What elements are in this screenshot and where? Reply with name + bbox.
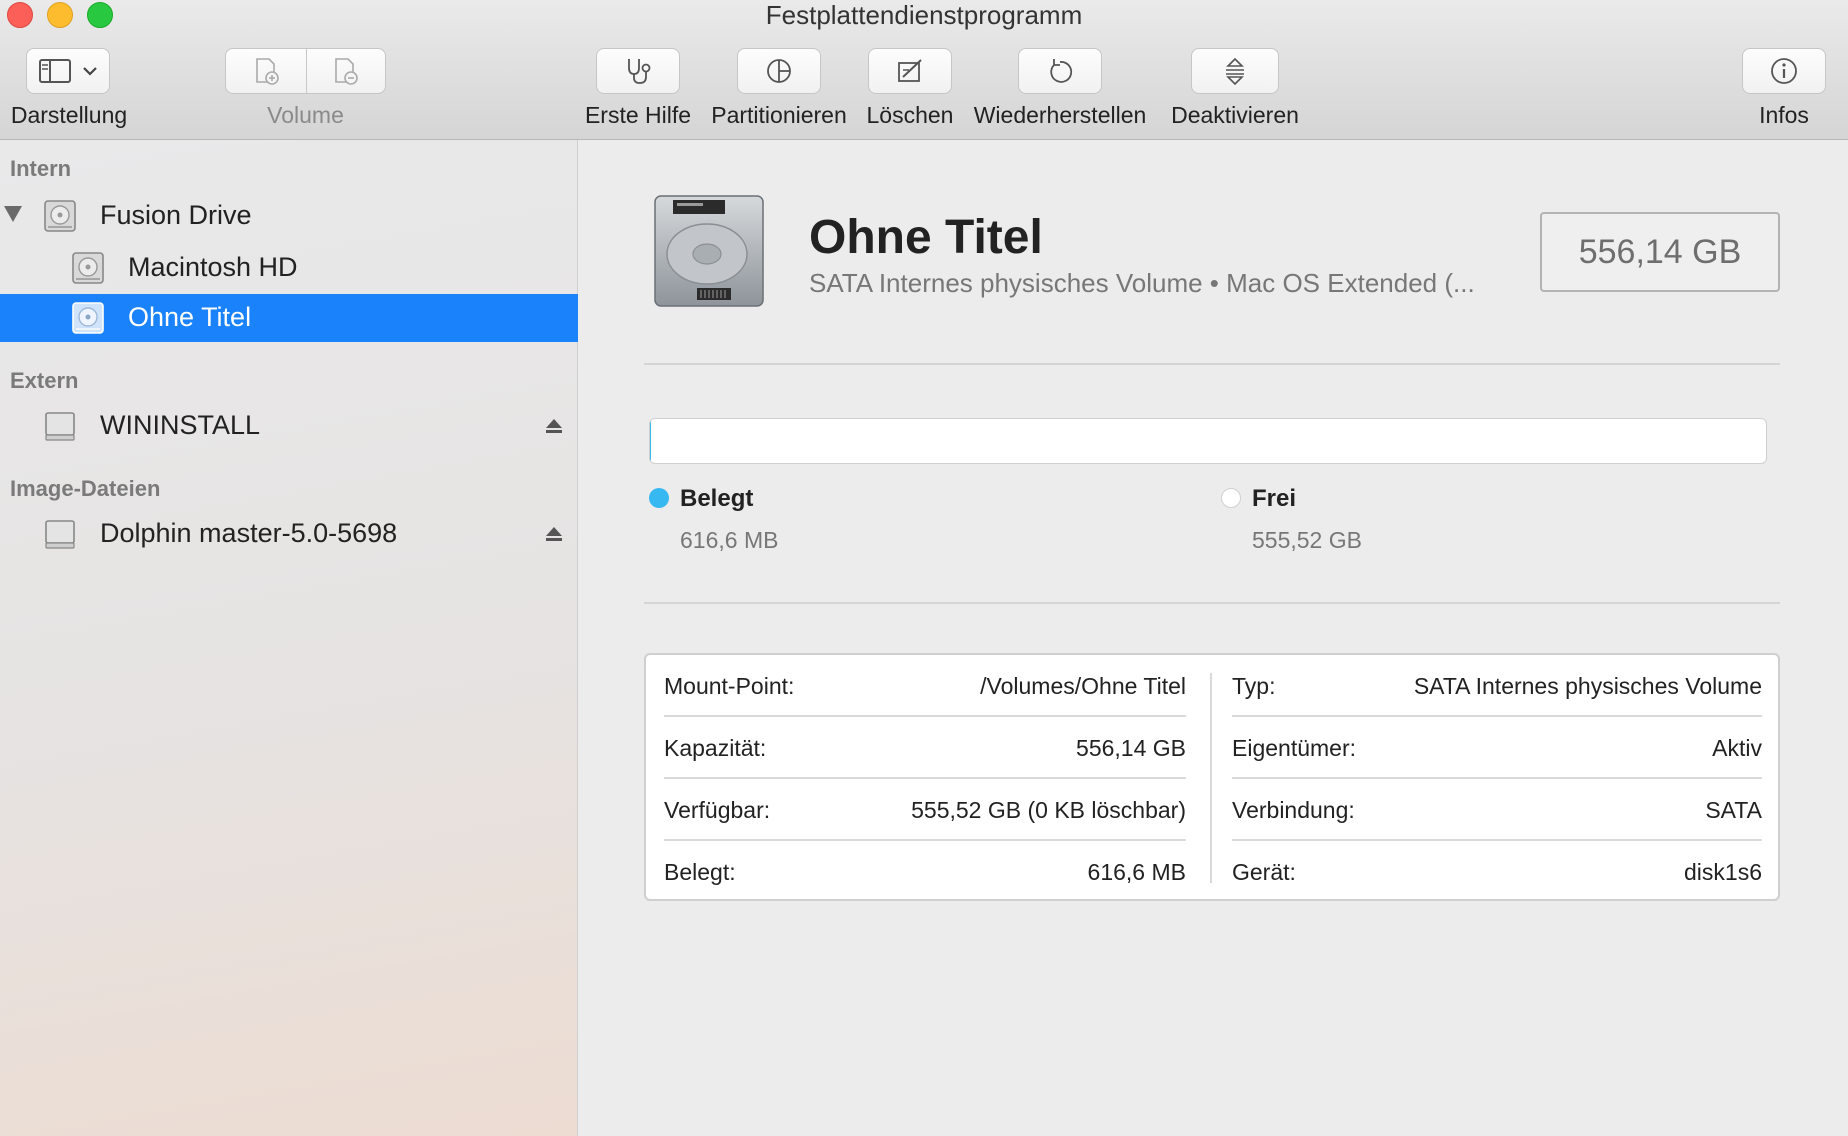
sidebar-item-dolphin-image[interactable]: Dolphin master-5.0-5698 (0, 510, 578, 558)
section-header-external: Extern (10, 368, 79, 393)
restore-label: Wiederherstellen (973, 102, 1147, 128)
divider (644, 363, 1780, 365)
info-key: Verfügbar: (664, 797, 771, 823)
used-legend-label: Belegt (680, 485, 754, 512)
sidebar-layout-icon (38, 58, 72, 84)
view-label: Darstellung (10, 102, 128, 128)
volume-label: Volume (267, 102, 344, 128)
info-value: 556,14 GB (1076, 735, 1186, 761)
view-button[interactable] (26, 48, 110, 94)
info-value: 616,6 MB (1087, 859, 1186, 885)
sidebar-item-label: WININSTALL (100, 410, 261, 440)
info-row-available: Verfügbar: 555,52 GB (0 KB löschbar) (664, 779, 1186, 841)
info-value: SATA Internes physisches Volume (1413, 673, 1762, 699)
add-volume-icon (251, 56, 281, 86)
info-column-right: Typ: SATA Internes physisches Volume Eig… (1232, 655, 1762, 899)
volume-segmented-control (225, 48, 386, 94)
sidebar-item-label: Macintosh HD (128, 252, 298, 282)
volume-size-badge: 556,14 GB (1540, 212, 1780, 292)
info-column-left: Mount-Point: /Volumes/Ohne Titel Kapazit… (664, 655, 1186, 899)
free-legend-value: 555,52 GB (1252, 527, 1362, 553)
info-value: 555,52 GB (0 KB löschbar) (911, 797, 1186, 823)
sidebar-item-ohne-titel[interactable]: Ohne Titel (0, 294, 578, 342)
toolbar: Festplattendienstprogramm Darstellung Vo… (0, 0, 1848, 140)
info-row-used: Belegt: 616,6 MB (664, 841, 1186, 903)
unmount-label: Deaktivieren (1171, 102, 1299, 128)
disk-image-icon (42, 516, 78, 557)
info-value: SATA (1705, 797, 1762, 823)
sidebar-item-label: Fusion Drive (100, 200, 252, 230)
internal-disk-icon (42, 198, 78, 239)
info-row-capacity: Kapazität: 556,14 GB (664, 717, 1186, 779)
hard-disk-icon (649, 192, 769, 317)
sidebar-item-label: Dolphin master-5.0-5698 (100, 518, 398, 548)
first-aid-label: Erste Hilfe (584, 102, 692, 128)
erase-label: Löschen (866, 102, 954, 128)
remove-volume-button[interactable] (306, 56, 386, 86)
add-volume-button[interactable] (226, 56, 306, 86)
divider (644, 602, 1780, 604)
info-icon (1769, 56, 1799, 86)
erase-button[interactable] (868, 48, 952, 94)
sidebar-item-wininstall[interactable]: WININSTALL (0, 402, 578, 450)
info-key: Gerät: (1232, 859, 1296, 885)
partition-button[interactable] (737, 48, 821, 94)
pie-chart-icon (764, 56, 794, 86)
window-title: Festplattendienstprogramm (765, 0, 1083, 30)
remove-volume-icon (330, 56, 360, 86)
eject-icon[interactable] (544, 524, 564, 549)
info-value: disk1s6 (1684, 859, 1762, 885)
partition-label: Partitionieren (711, 102, 847, 128)
restore-icon (1045, 56, 1075, 86)
info-key: Belegt: (664, 859, 736, 885)
free-legend-label: Frei (1252, 485, 1297, 512)
eject-icon[interactable] (544, 416, 564, 441)
section-header-internal: Intern (10, 156, 72, 181)
volume-info-table: Mount-Point: /Volumes/Ohne Titel Kapazit… (644, 653, 1780, 901)
section-header-image-files: Image-Dateien (10, 476, 161, 501)
info-row-mount-point: Mount-Point: /Volumes/Ohne Titel (664, 655, 1186, 717)
usage-bar (649, 418, 1767, 464)
info-key: Verbindung: (1232, 797, 1355, 823)
free-legend-dot (1221, 488, 1241, 508)
erase-icon (895, 56, 925, 86)
sidebar: Intern Fusion Drive Macintosh HD Ohne Ti… (0, 140, 578, 1136)
sidebar-item-label: Ohne Titel (128, 302, 252, 332)
volume-subtitle: SATA Internes physisches Volume • Mac OS… (809, 268, 1475, 298)
first-aid-button[interactable] (596, 48, 680, 94)
used-legend-dot (649, 488, 669, 508)
info-label: Infos (1759, 102, 1809, 128)
info-key: Mount-Point: (664, 673, 795, 699)
stethoscope-icon (622, 56, 654, 86)
sidebar-item-fusion-drive[interactable]: Fusion Drive (0, 192, 578, 240)
info-row-connection: Verbindung: SATA (1232, 779, 1762, 841)
usage-bar-used-fill (650, 419, 652, 463)
unmount-icon (1220, 56, 1250, 86)
info-row-type: Typ: SATA Internes physisches Volume (1232, 655, 1762, 717)
info-key: Eigentümer: (1232, 735, 1357, 761)
info-key: Typ: (1232, 673, 1276, 699)
info-key: Kapazität: (664, 735, 767, 761)
info-row-owner: Eigentümer: Aktiv (1232, 717, 1762, 779)
restore-button[interactable] (1018, 48, 1102, 94)
internal-disk-icon (70, 250, 106, 291)
used-legend-value: 616,6 MB (680, 527, 779, 553)
internal-disk-icon (70, 300, 106, 341)
info-button[interactable] (1742, 48, 1826, 94)
info-row-device: Gerät: disk1s6 (1232, 841, 1762, 903)
external-disk-icon (42, 408, 78, 449)
detail-panel: Ohne Titel SATA Internes physisches Volu… (579, 140, 1848, 1136)
disclosure-triangle-icon[interactable] (4, 206, 22, 222)
chevron-down-icon (82, 66, 98, 76)
info-value: Aktiv (1712, 735, 1762, 761)
column-divider (1210, 673, 1212, 883)
sidebar-item-macintosh-hd[interactable]: Macintosh HD (0, 244, 578, 292)
info-value: /Volumes/Ohne Titel (980, 673, 1186, 699)
volume-title: Ohne Titel (809, 211, 1043, 264)
unmount-button[interactable] (1191, 48, 1279, 94)
